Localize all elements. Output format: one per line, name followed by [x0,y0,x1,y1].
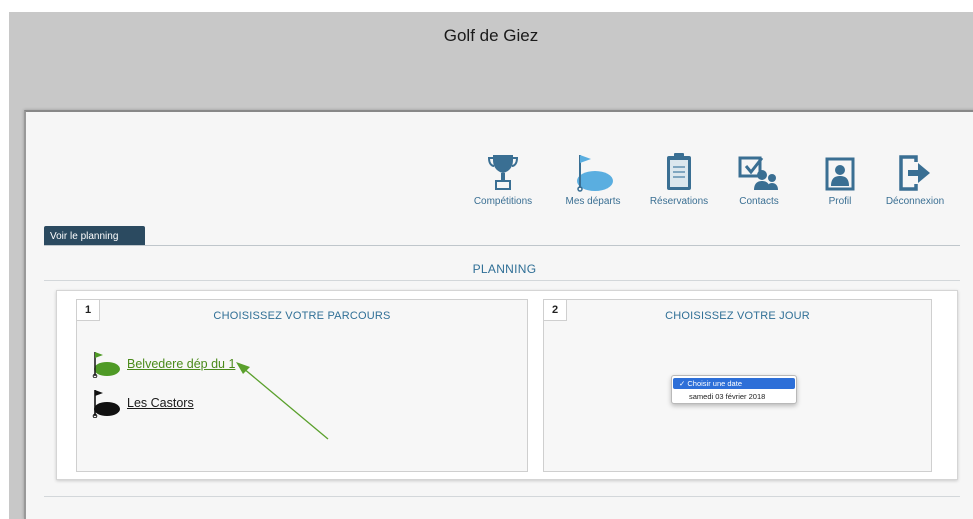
date-option[interactable]: ✓ Choisir une date [673,378,795,389]
step-parcours: 1 CHOISISSEZ VOTRE PARCOURS Belvedere dé… [76,299,528,472]
nav-mes-departs[interactable]: Mes départs [553,150,633,207]
app-frame: Golf de Giez Compétitions Mes départs Ré… [9,12,973,519]
planning-steps: 1 CHOISISSEZ VOTRE PARCOURS Belvedere dé… [56,290,958,480]
course-option[interactable]: Les Castors [89,388,194,418]
nav-label: Compétitions [473,196,533,207]
nav-label: Déconnexion [885,196,945,207]
course-label: Les Castors [127,396,194,410]
date-select[interactable]: ✓ Choisir une date samedi 03 février 201… [671,375,797,404]
step-title: CHOISISSEZ VOTRE PARCOURS [213,310,391,322]
main-panel: Compétitions Mes départs Réservations Co… [24,110,973,519]
golf-flag-icon [553,150,633,192]
logout-icon [875,150,955,192]
course-option[interactable]: Belvedere dép du 1 [89,350,235,378]
nav-competitions[interactable]: Compétitions [463,150,543,207]
nav-label: Réservations [649,196,709,207]
nav-contacts[interactable]: Contacts [719,150,799,207]
tab-voir-planning[interactable]: Voir le planning [44,226,145,246]
nav-label: Contacts [739,196,779,207]
nav-deconnexion[interactable]: Déconnexion [875,150,955,207]
nav-profil[interactable]: Profil [800,150,880,207]
nav-reservations[interactable]: Réservations [639,150,719,207]
course-label: Belvedere dép du 1 [127,357,236,371]
bottom-divider [44,496,960,497]
clipboard-icon [639,150,719,192]
golf-flag-icon [92,390,120,418]
date-option[interactable]: samedi 03 février 2018 [673,391,795,402]
golf-flag-icon [92,352,120,378]
tab-divider [44,245,960,246]
planning-title: PLANNING [472,262,537,276]
profile-icon [800,150,880,192]
nav-label: Mes départs [565,196,621,207]
site-title: Golf de Giez [443,26,539,45]
contacts-icon [719,150,799,192]
nav-label: Profil [828,196,852,207]
planning-divider [44,280,960,281]
trophy-icon [463,150,543,192]
step-jour: 2 CHOISISSEZ VOTRE JOUR ✓ Choisir une da… [543,299,932,472]
step-title: CHOISISSEZ VOTRE JOUR [665,310,810,322]
